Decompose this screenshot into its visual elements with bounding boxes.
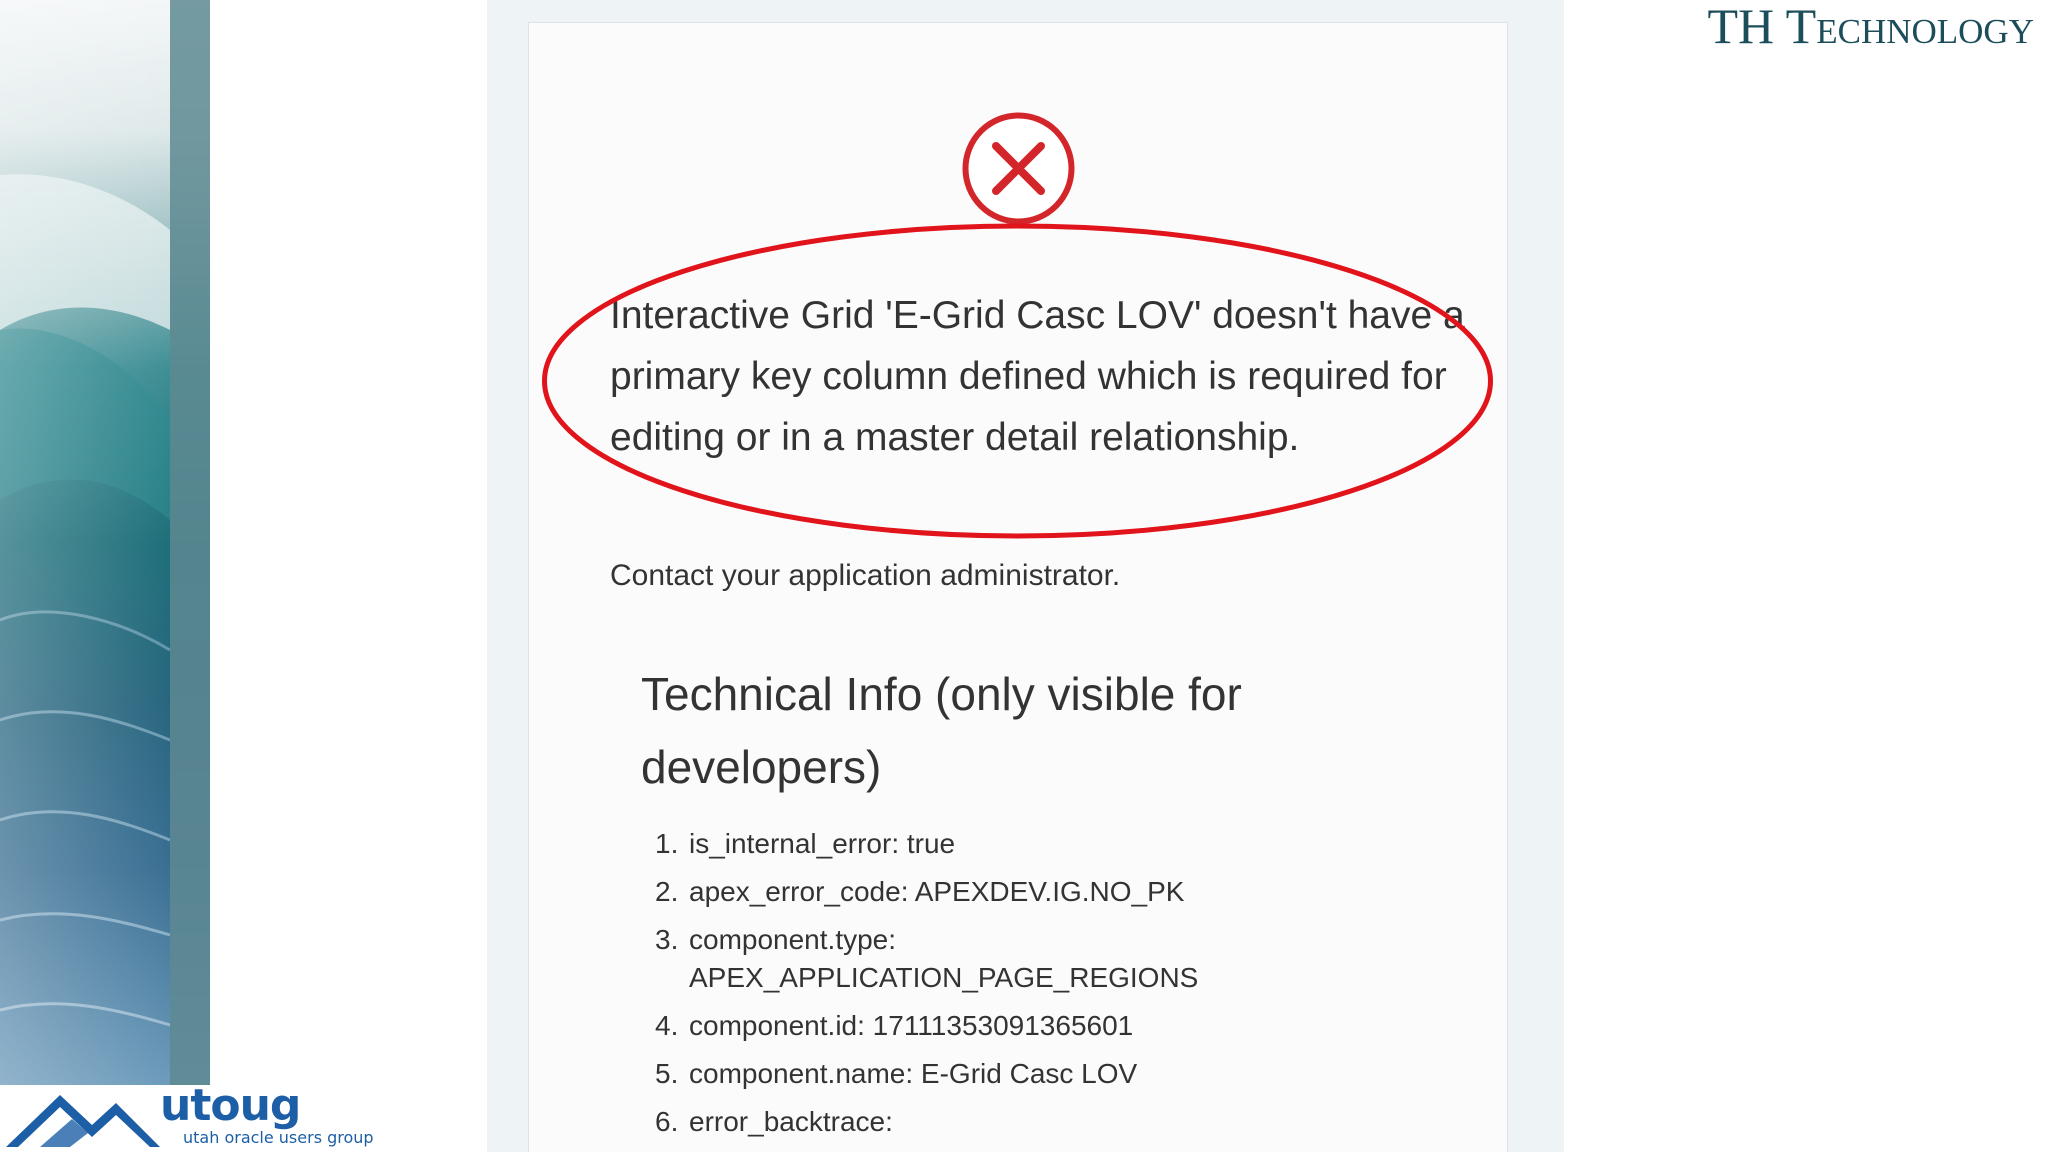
brand-title: TH Technology	[1707, 0, 2034, 54]
error-message: Interactive Grid 'E-Grid Casc LOV' doesn…	[610, 294, 1465, 459]
technical-info-item: 4. component.id: 17111353091365601	[655, 1007, 1229, 1045]
technical-info-item: 6. error_backtrace:	[655, 1103, 1229, 1141]
technical-info-item: 5. component.name: E-Grid Casc LOV	[655, 1055, 1229, 1093]
presentation-slide: utoug utah oracle users group TH Technol…	[0, 0, 2048, 1152]
technical-info-item: 2. apex_error_code: APEXDEV.IG.NO_PK	[655, 873, 1229, 911]
technical-info-item: 3. component.type: APEX_APPLICATION_PAGE…	[655, 921, 1229, 997]
technical-info-item: 1. is_internal_error: true	[655, 825, 1229, 863]
wave-photo	[0, 0, 210, 1085]
item-text: error_backtrace:	[689, 1106, 893, 1137]
utoug-logo-wordmark: utoug	[160, 1080, 301, 1131]
item-text: component.name: E-Grid Casc LOV	[689, 1058, 1138, 1089]
item-number: 6.	[655, 1106, 679, 1137]
item-number: 5.	[655, 1058, 679, 1089]
technical-info-list: 1. is_internal_error: true 2. apex_error…	[655, 825, 1229, 1151]
contact-admin-text: Contact your application administrator.	[610, 559, 1121, 592]
error-x-circle-icon	[962, 112, 1075, 225]
item-text: apex_error_code: APEXDEV.IG.NO_PK	[689, 876, 1185, 907]
item-text: is_internal_error: true	[689, 828, 956, 859]
utoug-logo-tagline: utah oracle users group	[183, 1128, 374, 1147]
technical-info-heading: Technical Info (only visible for develop…	[641, 668, 1242, 793]
item-number: 3.	[655, 924, 679, 955]
item-text: component.id: 17111353091365601	[689, 1010, 1134, 1041]
item-number: 1.	[655, 828, 679, 859]
item-number: 4.	[655, 1010, 679, 1041]
item-number: 2.	[655, 876, 679, 907]
item-text: component.type: APEX_APPLICATION_PAGE_RE…	[689, 924, 1199, 993]
